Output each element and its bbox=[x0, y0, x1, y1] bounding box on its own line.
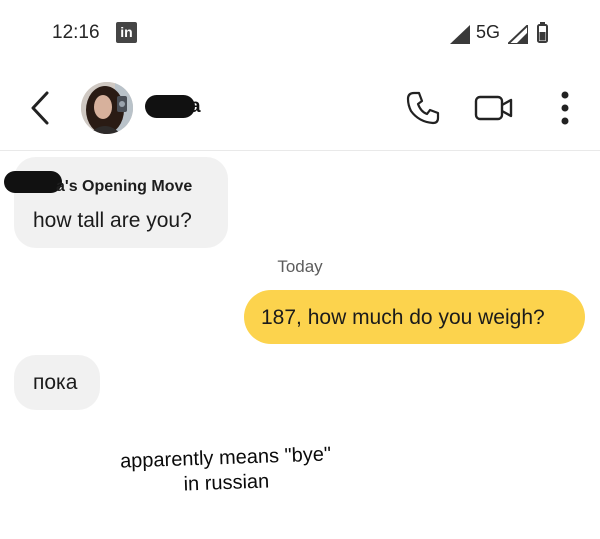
message-text: how tall are you? bbox=[33, 209, 192, 232]
signal-icon bbox=[508, 25, 528, 44]
header-divider bbox=[0, 150, 600, 151]
signal-icon bbox=[450, 25, 470, 44]
opening-move-label: a's Opening Move bbox=[56, 178, 193, 195]
avatar-photo bbox=[81, 82, 133, 134]
redacted-sender-name bbox=[4, 171, 62, 193]
contact-name[interactable]: a bbox=[190, 96, 201, 118]
linkedin-notification-icon: in bbox=[116, 22, 137, 43]
redacted-contact-name bbox=[145, 95, 195, 118]
video-camera-icon[interactable] bbox=[474, 93, 514, 123]
more-vertical-icon[interactable] bbox=[560, 90, 570, 126]
date-divider: Today bbox=[277, 257, 323, 276]
avatar[interactable] bbox=[81, 82, 133, 134]
network-type-label: 5G bbox=[476, 22, 501, 42]
chevron-left-icon[interactable] bbox=[28, 90, 52, 126]
message-text: пока bbox=[33, 371, 78, 394]
phone-icon[interactable] bbox=[405, 90, 441, 126]
message-text: 187, how much do you weigh? bbox=[261, 306, 545, 329]
status-time: 12:16 bbox=[52, 22, 100, 43]
battery-icon bbox=[537, 22, 548, 43]
caption-overlay: apparently means "bye" in russian bbox=[95, 441, 357, 500]
